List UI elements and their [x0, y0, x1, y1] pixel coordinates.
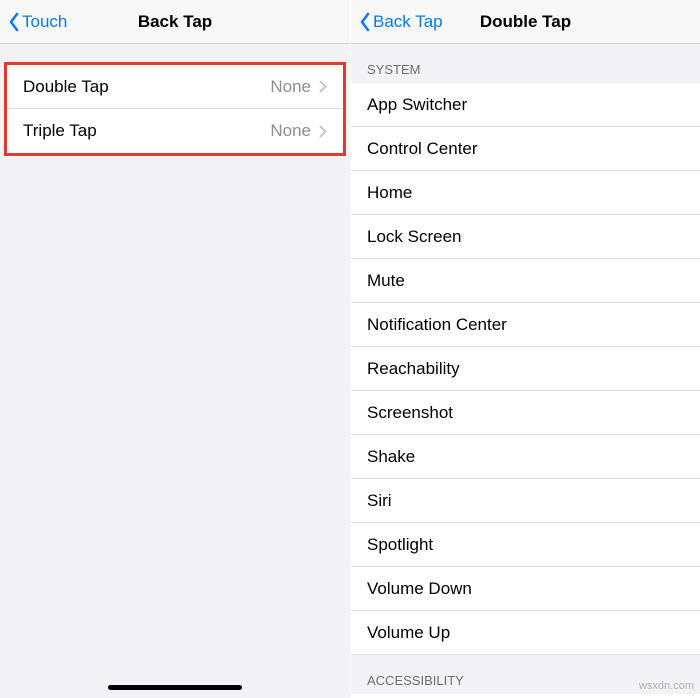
- pane-double-tap: Back Tap Double Tap SYSTEM App Switcher …: [351, 0, 700, 698]
- navbar-right: Back Tap Double Tap: [351, 0, 700, 44]
- home-indicator[interactable]: [108, 685, 242, 690]
- highlighted-rows: Double Tap None Triple Tap None: [4, 62, 346, 156]
- option-screenshot[interactable]: Screenshot: [351, 391, 700, 435]
- content-right: SYSTEM App Switcher Control Center Home …: [351, 44, 700, 698]
- row-value: None: [270, 77, 311, 97]
- option-control-center[interactable]: Control Center: [351, 127, 700, 171]
- content-left: Double Tap None Triple Tap None: [0, 44, 350, 156]
- option-shake[interactable]: Shake: [351, 435, 700, 479]
- option-reachability[interactable]: Reachability: [351, 347, 700, 391]
- option-spotlight[interactable]: Spotlight: [351, 523, 700, 567]
- watermark: wsxdn.com: [639, 680, 694, 692]
- option-notification-center[interactable]: Notification Center: [351, 303, 700, 347]
- system-list: App Switcher Control Center Home Lock Sc…: [351, 83, 700, 655]
- chevron-left-icon: [8, 12, 20, 32]
- option-mute[interactable]: Mute: [351, 259, 700, 303]
- chevron-right-icon: [319, 125, 327, 138]
- section-header-system: SYSTEM: [351, 44, 700, 83]
- row-label: Double Tap: [23, 77, 270, 97]
- option-volume-down[interactable]: Volume Down: [351, 567, 700, 611]
- back-button-touch[interactable]: Touch: [8, 12, 67, 32]
- back-button-backtap[interactable]: Back Tap: [359, 12, 443, 32]
- option-assistivetouch[interactable]: AssistiveTouch: [351, 694, 700, 698]
- row-double-tap[interactable]: Double Tap None: [7, 65, 343, 109]
- option-volume-up[interactable]: Volume Up: [351, 611, 700, 655]
- option-home[interactable]: Home: [351, 171, 700, 215]
- navbar-left: Touch Back Tap: [0, 0, 350, 44]
- chevron-right-icon: [319, 80, 327, 93]
- chevron-left-icon: [359, 12, 371, 32]
- back-label: Touch: [22, 12, 67, 32]
- accessibility-list: AssistiveTouch Classic Invert Magnifier …: [351, 694, 700, 698]
- back-label: Back Tap: [373, 12, 443, 32]
- option-siri[interactable]: Siri: [351, 479, 700, 523]
- option-lock-screen[interactable]: Lock Screen: [351, 215, 700, 259]
- row-triple-tap[interactable]: Triple Tap None: [7, 109, 343, 153]
- pane-back-tap: Touch Back Tap Double Tap None Triple Ta…: [0, 0, 351, 698]
- option-app-switcher[interactable]: App Switcher: [351, 83, 700, 127]
- row-value: None: [270, 121, 311, 141]
- row-label: Triple Tap: [23, 121, 270, 141]
